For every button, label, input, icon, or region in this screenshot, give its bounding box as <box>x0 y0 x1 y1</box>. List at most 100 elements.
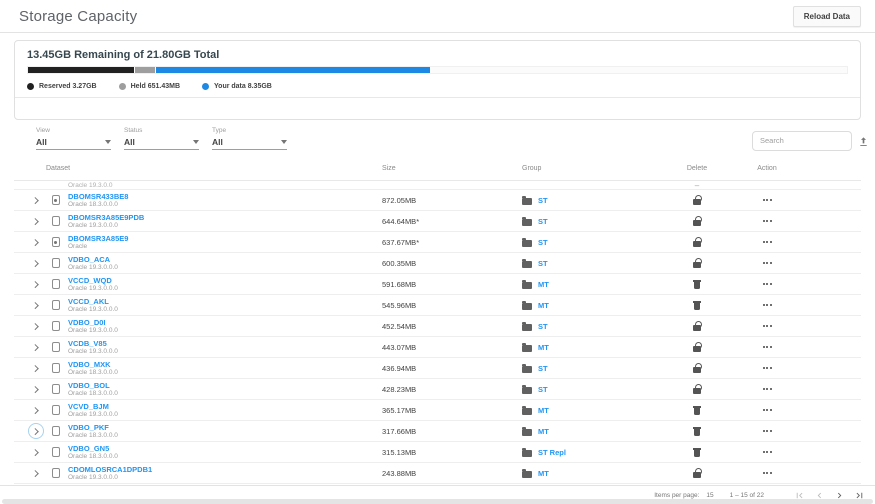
trash-icon[interactable] <box>693 300 702 311</box>
more-actions-icon[interactable] <box>761 196 774 204</box>
size-value: 317.66MB <box>382 427 512 436</box>
group-link[interactable]: MT <box>538 343 549 352</box>
expand-chevron-icon[interactable] <box>28 234 44 250</box>
trash-icon[interactable] <box>693 279 702 290</box>
dataset-link[interactable]: VDBO_PKF <box>68 423 118 432</box>
more-actions-icon[interactable] <box>761 427 774 435</box>
more-actions-icon[interactable] <box>761 406 774 414</box>
database-icon <box>52 447 60 457</box>
folder-icon <box>522 429 532 436</box>
column-header-group: Group <box>512 165 662 172</box>
dataset-link[interactable]: VDBO_D0I <box>68 318 118 327</box>
dataset-link[interactable]: DBOMSR3A85E9 <box>68 234 128 243</box>
group-link[interactable]: MT <box>538 301 549 310</box>
folder-icon <box>522 198 532 205</box>
items-per-page: Items per page: 15 <box>654 492 713 499</box>
group-link[interactable]: ST <box>538 322 548 331</box>
expand-chevron-icon[interactable] <box>28 339 44 355</box>
expand-chevron-icon[interactable] <box>28 255 44 271</box>
dataset-link[interactable]: VDBO_ACA <box>68 255 118 264</box>
dataset-text: VDBO_D0I Oracle 19.3.0.0.0 <box>68 318 118 335</box>
database-icon <box>52 342 60 352</box>
trash-icon[interactable] <box>693 426 702 437</box>
group-link[interactable]: MT <box>538 427 549 436</box>
expand-chevron-icon[interactable] <box>28 192 44 208</box>
expand-chevron-icon[interactable] <box>28 318 44 334</box>
lock-icon <box>693 363 702 373</box>
expand-chevron-icon[interactable] <box>28 213 44 229</box>
database-icon <box>52 279 60 289</box>
dataset-cell: VDBO_D0I Oracle 19.3.0.0.0 <box>14 318 382 335</box>
more-actions-icon[interactable] <box>761 469 774 477</box>
group-link[interactable]: MT <box>538 280 549 289</box>
delete-cell <box>662 447 732 458</box>
group-link[interactable]: ST Repl <box>538 448 566 457</box>
legend-item: Held 651.43MB <box>119 83 180 90</box>
more-actions-icon[interactable] <box>761 448 774 456</box>
expand-chevron-icon[interactable] <box>28 381 44 397</box>
expand-chevron-icon[interactable] <box>28 444 44 460</box>
group-link[interactable]: ST <box>538 217 548 226</box>
filter-dropdown[interactable]: Type All <box>212 127 287 150</box>
items-per-page-select[interactable]: 15 <box>706 492 713 499</box>
expand-chevron-icon[interactable] <box>28 297 44 313</box>
group-link[interactable]: ST <box>538 196 548 205</box>
more-actions-icon[interactable] <box>761 364 774 372</box>
group-link[interactable]: ST <box>538 259 548 268</box>
filter-label: View <box>36 127 111 135</box>
dataset-link[interactable]: DBOMSR433BE8 <box>68 192 128 201</box>
dataset-version: Oracle 19.3.0.0.0 <box>68 306 118 314</box>
group-link[interactable]: MT <box>538 469 549 478</box>
more-actions-icon[interactable] <box>761 343 774 351</box>
clipped-table-row: Oracle 19.3.0.0 – <box>14 181 861 190</box>
group-link[interactable]: ST <box>538 364 548 373</box>
group-cell: MT <box>512 406 662 415</box>
filter-dropdown[interactable]: View All <box>36 127 111 150</box>
more-actions-icon[interactable] <box>761 322 774 330</box>
dataset-version: Oracle 19.3.0.0.0 <box>68 348 118 356</box>
dataset-link[interactable]: VCCD_WQD <box>68 276 118 285</box>
more-actions-icon[interactable] <box>761 238 774 246</box>
dataset-link[interactable]: VDBO_GN5 <box>68 444 118 453</box>
dataset-link[interactable]: CDOMLOSRCA1DPDB1 <box>68 465 152 474</box>
dataset-link[interactable]: VCVD_BJM <box>68 402 118 411</box>
group-link[interactable]: MT <box>538 406 549 415</box>
filter-dropdown[interactable]: Status All <box>124 127 199 150</box>
dataset-cell: VCVD_BJM Oracle 19.3.0.0.0 <box>14 402 382 419</box>
group-link[interactable]: ST <box>538 238 548 247</box>
expand-chevron-icon[interactable] <box>28 402 44 418</box>
legend-label: Held 651.43MB <box>131 83 180 90</box>
expand-chevron-icon[interactable] <box>28 360 44 376</box>
more-actions-icon[interactable] <box>761 259 774 267</box>
dataset-cell: DBOMSR3A85E9PDB Oracle 19.3.0.0.0 <box>14 213 382 230</box>
horizontal-scrollbar[interactable] <box>2 499 873 504</box>
more-actions-icon[interactable] <box>761 385 774 393</box>
group-link[interactable]: ST <box>538 385 548 394</box>
dataset-cell: DBOMSR3A85E9 Oracle <box>14 234 382 251</box>
expand-chevron-icon[interactable] <box>28 465 44 481</box>
search-input[interactable] <box>752 131 852 151</box>
size-value: 365.17MB <box>382 406 512 415</box>
trash-icon[interactable] <box>693 405 702 416</box>
more-actions-icon[interactable] <box>761 280 774 288</box>
group-cell: ST <box>512 259 662 268</box>
trash-icon[interactable] <box>693 447 702 458</box>
database-icon <box>52 216 60 226</box>
reload-data-button[interactable]: Reload Data <box>793 6 861 27</box>
dataset-link[interactable]: VCDB_V85 <box>68 339 118 348</box>
expand-chevron-icon[interactable] <box>28 276 44 292</box>
action-cell <box>732 364 802 372</box>
size-value: 243.88MB <box>382 469 512 478</box>
dataset-text: VCVD_BJM Oracle 19.3.0.0.0 <box>68 402 118 419</box>
more-actions-icon[interactable] <box>761 301 774 309</box>
dataset-link[interactable]: DBOMSR3A85E9PDB <box>68 213 144 222</box>
dataset-link[interactable]: VDBO_BOL <box>68 381 118 390</box>
expand-chevron-icon[interactable] <box>28 423 44 439</box>
dataset-link[interactable]: VDBO_MXK <box>68 360 118 369</box>
folder-icon <box>522 345 532 352</box>
delete-cell <box>662 321 732 331</box>
more-actions-icon[interactable] <box>761 217 774 225</box>
folder-icon <box>522 261 532 268</box>
dataset-link[interactable]: VCCD_AKL <box>68 297 118 306</box>
export-icon[interactable] <box>857 135 869 147</box>
